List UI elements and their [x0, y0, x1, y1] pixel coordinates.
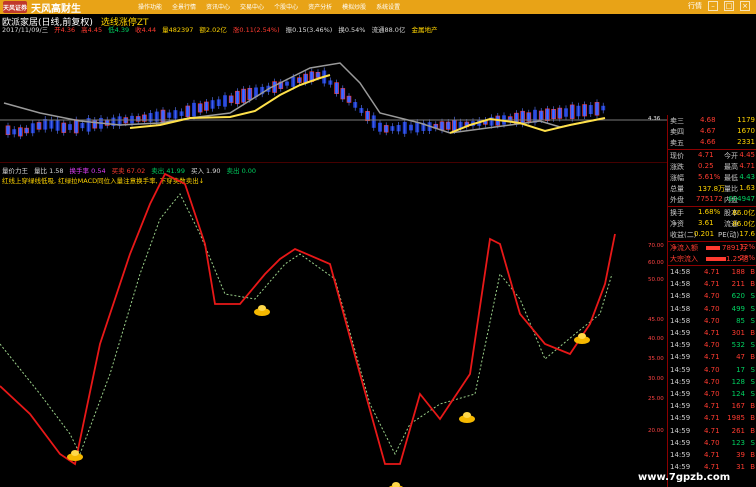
tick-row: 14:59 4.71 301 B: [670, 329, 755, 337]
ask-row[interactable]: 卖三 4.68 1179: [668, 116, 756, 126]
ask-row[interactable]: 卖五 4.66 2331: [668, 138, 756, 148]
tick-row: 14:59 4.71 39 B: [670, 451, 755, 459]
osc-tick: 60.00: [648, 260, 664, 266]
menu-item[interactable]: 资产分析: [308, 2, 332, 11]
menu-item[interactable]: 操作功能: [138, 2, 162, 11]
brand-name: 天风高财生: [31, 3, 81, 15]
panel-separator: [668, 265, 756, 266]
flow-row: 大宗流入 1.25亿 28%: [670, 254, 755, 263]
quote-row: 涨幅 5.61% 最低 4.43: [670, 173, 755, 182]
tick-row: 14:59 4.70 532 S: [670, 341, 755, 350]
tick-row: 14:59 4.71 47 B: [670, 353, 755, 362]
flow-row: 净流入额 7891万 12%: [670, 243, 755, 252]
watermark: www.7gpzb.com: [638, 472, 731, 483]
window-controls: 行情 – □ ×: [688, 1, 750, 11]
menu-item[interactable]: 模拟炒股: [342, 2, 366, 11]
tick-row: 14:58 4.70 85 S: [670, 316, 755, 325]
ask-row[interactable]: 卖四 4.67 1670: [668, 127, 756, 137]
candle-group: [5, 67, 606, 140]
main-menu: 操作功能 全景行情 资讯中心 交易中心 个股中心 资产分析 模拟炒股 系统设置: [138, 2, 400, 11]
osc-tick: 50.00: [648, 277, 664, 283]
price-axis-label: 4.36: [648, 116, 661, 122]
menu-item[interactable]: 全景行情: [172, 2, 196, 11]
tick-row: 14:58 4.70 499 S: [670, 304, 755, 313]
ingot-icon-top: [71, 450, 79, 456]
quote-row: 涨跌 0.25 最高 4.71: [670, 162, 755, 171]
tick-row: 14:59 4.70 128 S: [670, 377, 755, 386]
quote-row: 外盘 775172 内盘 604947: [670, 195, 755, 204]
osc-tick: 45.00: [648, 317, 664, 323]
tick-row: 14:58 4.71 211 B: [670, 280, 755, 289]
fund-row: 净资 3.61 流通 86.0亿: [670, 219, 755, 228]
menu-item[interactable]: 交易中心: [240, 2, 264, 11]
oscillator-chart[interactable]: [0, 164, 667, 487]
tick-row: 14:59 4.70 124 S: [670, 390, 755, 398]
osc-tick: 20.00: [648, 428, 664, 434]
quote-row: 现价 4.71 今开 4.45: [670, 151, 755, 160]
menu-item[interactable]: 系统设置: [376, 2, 400, 11]
osc-tick: 35.00: [648, 356, 664, 362]
menu-item[interactable]: 资讯中心: [206, 2, 230, 11]
price-chart[interactable]: [0, 33, 667, 163]
osc-tick: 40.00: [648, 336, 664, 342]
osc-tick: 70.00: [648, 243, 664, 249]
maximize-icon[interactable]: □: [724, 1, 734, 11]
osc-tick: 30.00: [648, 376, 664, 382]
ingot-icon-top: [578, 333, 586, 339]
ingot-icon-top: [463, 412, 471, 418]
panel-separator: [668, 241, 756, 242]
panel-separator: [668, 149, 756, 150]
tick-row: 14:59 4.71 167 B: [670, 402, 755, 411]
brand-badge: 天风证券: [3, 1, 27, 13]
fund-row: 收益(二) 0.201 PE(动) 17.6: [670, 230, 755, 239]
tick-row: 14:58 4.70 620 S: [670, 292, 755, 301]
ingot-icon-top: [258, 305, 266, 311]
brand-logo[interactable]: 天风证券 天风高财生: [0, 0, 132, 15]
tick-row: 14:59 4.71 261 B: [670, 426, 755, 435]
osc-tick: 25.00: [648, 396, 664, 402]
tick-row: 14:59 4.70 17 S: [670, 365, 755, 374]
tick-row: 14:58 4.71 188 B: [670, 268, 755, 276]
tick-row: 14:59 4.70 123 S: [670, 438, 755, 447]
panel-separator: [668, 206, 756, 207]
oscillator-signal-line: [0, 193, 613, 456]
minimize-icon[interactable]: –: [708, 1, 718, 11]
menu-item[interactable]: 个股中心: [274, 2, 298, 11]
fund-row: 换手 1.68% 股本 86.0亿: [670, 208, 755, 217]
ingot-icon-top: [392, 482, 400, 487]
close-icon[interactable]: ×: [740, 1, 750, 11]
ingot-group: [67, 305, 590, 487]
quote-link[interactable]: 行情: [688, 1, 702, 11]
quote-panel: 卖三 4.68 1179 卖四 4.67 1670 卖五 4.66 2331 现…: [667, 115, 756, 487]
tick-row: 14:59 4.71 1985 B: [670, 414, 755, 423]
quote-row: 总量 137.8万 量比 1.63: [670, 184, 755, 193]
